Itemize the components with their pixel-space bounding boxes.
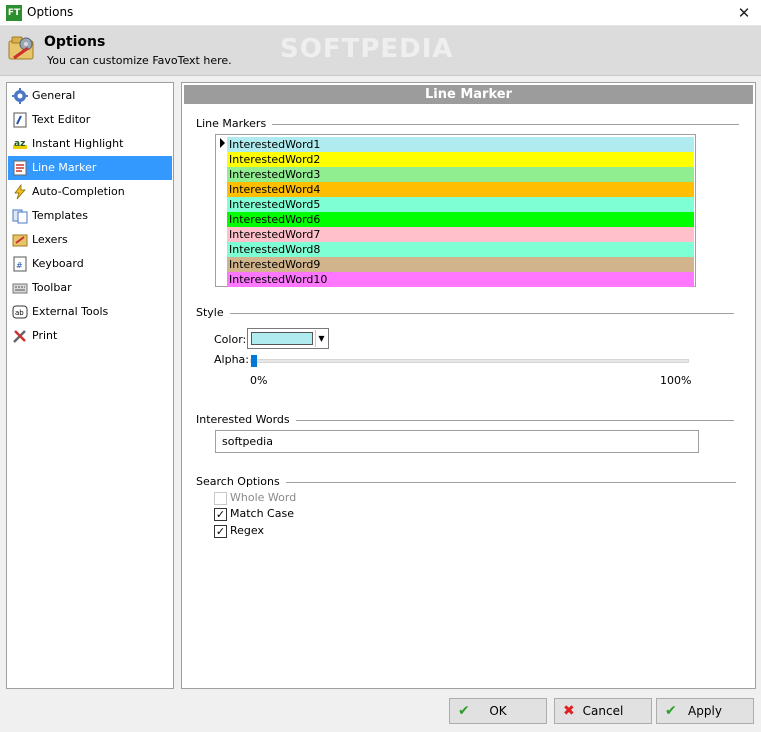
text-editor-icon: [13, 112, 27, 128]
title-bar: FT Options ✕: [0, 0, 761, 26]
list-item[interactable]: InterestedWord6: [227, 212, 694, 227]
nav-item-label: Templates: [32, 209, 88, 222]
nav-item-label: Keyboard: [32, 257, 84, 270]
keyboard-icon: #: [13, 256, 27, 272]
nav-item-templates[interactable]: Templates: [8, 204, 172, 228]
checkbox-box: [214, 492, 227, 505]
svg-text:#: #: [16, 261, 23, 270]
search-options-group-label: Search Options: [196, 475, 286, 488]
lightning-icon: [14, 184, 26, 200]
highlight-icon: az: [13, 139, 27, 149]
cancel-label: Cancel: [582, 704, 624, 718]
nav-item-label: Auto-Completion: [32, 185, 125, 198]
nav-item-label: Lexers: [32, 233, 68, 246]
ok-label: OK: [489, 704, 507, 718]
group-divider: [196, 124, 739, 125]
close-button[interactable]: ✕: [731, 3, 757, 23]
header-banner: SOFTPEDIA Options You can customize Favo…: [0, 26, 761, 76]
nav-item-label: Instant Highlight: [32, 137, 124, 150]
alpha-slider-thumb[interactable]: [251, 355, 257, 367]
alpha-label: Alpha:: [214, 353, 249, 366]
toolbar-icon: [12, 283, 28, 294]
watermark: SOFTPEDIA: [280, 34, 454, 64]
nav-item-instant-highlight[interactable]: az Instant Highlight: [8, 132, 172, 156]
list-item[interactable]: InterestedWord3: [227, 167, 694, 182]
options-nav: General Text Editor az Instant Highlight…: [6, 82, 174, 689]
lexers-icon: [12, 234, 28, 247]
templates-icon: [12, 209, 28, 224]
nav-item-text-editor[interactable]: Text Editor: [8, 108, 172, 132]
apply-label: Apply: [688, 704, 722, 718]
svg-text:ab: ab: [15, 309, 24, 317]
settings-tools-icon: [6, 32, 38, 64]
nav-item-label: Line Marker: [32, 161, 97, 174]
group-divider: [196, 313, 734, 314]
nav-item-line-marker[interactable]: Line Marker: [8, 156, 172, 180]
nav-item-label: General: [32, 89, 76, 102]
line-markers-list[interactable]: InterestedWord1 InterestedWord2 Interest…: [215, 134, 696, 287]
whole-word-label: Whole Word: [230, 491, 297, 504]
list-item[interactable]: InterestedWord10: [227, 272, 694, 287]
current-row-pointer-icon: [220, 138, 225, 148]
nav-item-toolbar[interactable]: Toolbar: [8, 276, 172, 300]
list-item[interactable]: InterestedWord5: [227, 197, 694, 212]
style-group-label: Style: [196, 306, 230, 319]
header-title: Options: [44, 34, 106, 50]
nav-item-label: Toolbar: [32, 281, 72, 294]
chevron-down-icon[interactable]: ▼: [315, 330, 327, 347]
gear-icon: [12, 88, 28, 104]
app-icon: FT: [6, 5, 22, 21]
line-markers-group-label: Line Markers: [196, 117, 273, 130]
nav-item-print[interactable]: Print: [8, 324, 172, 348]
regex-label: Regex: [230, 524, 264, 537]
svg-text:az: az: [14, 139, 25, 149]
nav-item-label: Print: [32, 329, 58, 342]
cancel-button[interactable]: ✖ Cancel: [554, 698, 652, 724]
alpha-slider-track[interactable]: [250, 359, 689, 363]
interested-words-group-label: Interested Words: [196, 413, 296, 426]
external-tools-icon: ab: [12, 305, 28, 319]
nav-item-general[interactable]: General: [8, 84, 172, 108]
line-marker-panel: Line Marker Line Markers InterestedWord1…: [181, 82, 756, 689]
alpha-min-label: 0%: [250, 374, 268, 387]
nav-item-label: External Tools: [32, 305, 109, 318]
print-icon: [13, 330, 26, 343]
panel-title: Line Marker: [184, 85, 753, 104]
apply-button[interactable]: ✔ Apply: [656, 698, 754, 724]
ok-button[interactable]: ✔ OK: [449, 698, 547, 724]
color-label: Color:: [214, 333, 247, 346]
line-marker-icon: [13, 160, 27, 176]
match-case-label: Match Case: [230, 507, 294, 520]
nav-item-external-tools[interactable]: ab External Tools: [8, 300, 172, 324]
close-icon: ✕: [737, 4, 751, 22]
color-dropdown[interactable]: ▼: [247, 328, 329, 349]
window-title: Options: [27, 5, 74, 19]
alpha-max-label: 100%: [660, 374, 692, 387]
checkmark-icon: ✓: [214, 525, 227, 538]
interested-words-input[interactable]: softpedia: [215, 430, 699, 453]
list-item[interactable]: InterestedWord7: [227, 227, 694, 242]
nav-item-keyboard[interactable]: # Keyboard: [8, 252, 172, 276]
list-item[interactable]: InterestedWord8: [227, 242, 694, 257]
list-item[interactable]: InterestedWord4: [227, 182, 694, 197]
list-item[interactable]: InterestedWord9: [227, 257, 694, 272]
list-item[interactable]: InterestedWord2: [227, 152, 694, 167]
checkmark-icon: ✓: [214, 508, 227, 521]
color-swatch: [251, 332, 313, 345]
nav-item-auto-completion[interactable]: Auto-Completion: [8, 180, 172, 204]
nav-item-label: Text Editor: [32, 113, 91, 126]
header-subtitle: You can customize FavoText here.: [47, 54, 232, 67]
nav-item-lexers[interactable]: Lexers: [8, 228, 172, 252]
list-item[interactable]: InterestedWord1: [227, 137, 694, 152]
